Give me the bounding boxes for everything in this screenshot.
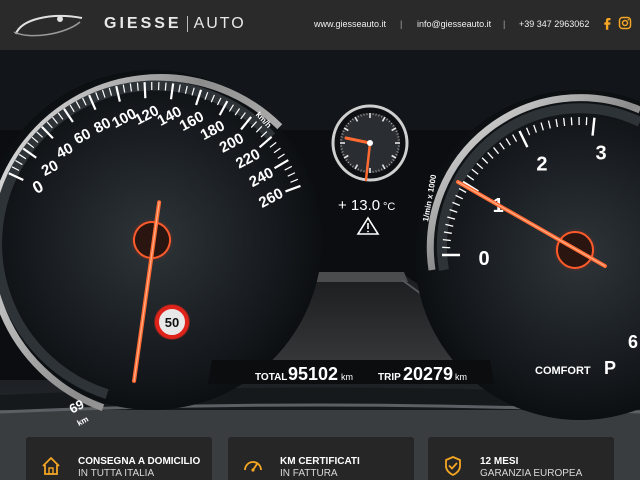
feature-title: 12 MESI — [480, 456, 519, 467]
facebook-icon[interactable] — [600, 16, 614, 30]
separator: | — [400, 19, 403, 29]
phone-link[interactable]: +39 347 2963062 — [519, 19, 589, 29]
trip-label: TRIP — [378, 372, 401, 383]
rpm-tick-label: 2 — [536, 154, 547, 176]
feature-card-warranty[interactable]: 12 MESI GARANZIA EUROPEA — [428, 437, 614, 480]
rpm-tick-label: 0 — [478, 248, 489, 270]
rpm-tick-label: 3 — [596, 143, 607, 165]
total-value: 95102 — [288, 364, 339, 384]
site-header: GIESSE AUTO www.giesseauto.it | info@gie… — [0, 0, 640, 50]
website-link[interactable]: www.giesseauto.it — [314, 19, 386, 29]
separator: | — [503, 19, 506, 29]
trip-unit: km — [455, 372, 467, 382]
logo-swoosh-icon[interactable] — [10, 10, 90, 40]
feature-card-delivery[interactable]: CONSEGNA A DOMICILIO IN TUTTA ITALIA — [26, 437, 212, 480]
temperature-value: + 13.0 — [338, 197, 380, 214]
shield-check-icon — [445, 456, 461, 476]
feature-title: CONSEGNA A DOMICILIO — [78, 456, 201, 467]
feature-subtitle: IN FATTURA — [280, 468, 338, 479]
temperature-unit: °C — [383, 201, 395, 213]
instagram-icon[interactable] — [618, 16, 632, 30]
total-unit: km — [341, 372, 353, 382]
email-link[interactable]: info@giesseauto.it — [417, 19, 491, 29]
gauge-icon — [244, 461, 262, 472]
feature-card-km[interactable]: KM CERTIFICATI IN FATTURA — [228, 437, 414, 480]
brand-divider — [186, 16, 188, 32]
speed-limit-sign: 50 — [154, 304, 190, 340]
instrument-cluster: 020406080100120140160180200220240260 km/… — [0, 50, 640, 480]
home-icon — [42, 457, 60, 475]
analog-clock — [331, 104, 409, 182]
drive-mode: COMFORT — [535, 365, 591, 377]
feature-subtitle: GARANZIA EUROPEA — [480, 468, 583, 479]
gear-indicator: P — [604, 358, 617, 378]
brand-name: GIESSE — [104, 15, 182, 32]
feature-title: KM CERTIFICATI — [280, 456, 360, 467]
speed-limit-value: 50 — [165, 315, 179, 330]
feature-subtitle: IN TUTTA ITALIA — [78, 468, 155, 479]
trip-value: 20279 — [403, 364, 454, 384]
brand-suffix: AUTO — [193, 15, 246, 32]
partial-rpm-label: 6 — [628, 332, 638, 352]
brand-logo[interactable]: GIESSE AUTO — [104, 15, 246, 33]
total-label: TOTAL — [255, 372, 288, 383]
